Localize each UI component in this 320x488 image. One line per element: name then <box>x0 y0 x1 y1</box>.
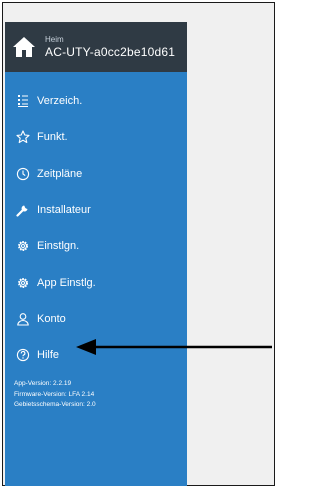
gear-icon <box>16 239 30 253</box>
gear-icon <box>16 276 30 290</box>
menu-item-einstellungen[interactable]: Einstlgn. <box>5 228 187 264</box>
menu-label: Hilfe <box>37 349 60 362</box>
menu-label: Zeitpläne <box>37 167 83 180</box>
menu-label: Konto <box>37 312 66 325</box>
menu-label: Verzeich. <box>37 95 83 108</box>
firmware-version: Firmware-Version: LFA 2.14 <box>14 390 95 398</box>
pointer-arrow <box>76 339 272 355</box>
home-icon <box>13 37 35 57</box>
menu-item-app-einstellungen[interactable]: App Einstlg. <box>5 264 187 300</box>
user-icon <box>16 312 30 326</box>
device-name: AC-UTY-a0cc2be10d61 <box>45 45 176 59</box>
location-label: Heim <box>45 35 64 44</box>
version-info: App-Version: 2.2.19 Firmware-Version: LF… <box>5 373 187 411</box>
drawer-menu: Verzeich. Funkt. Zeitpläne Installateur … <box>5 72 187 373</box>
clock-icon <box>16 167 30 181</box>
menu-label: Funkt. <box>37 131 68 144</box>
app-version: App-Version: 2.2.19 <box>14 380 72 388</box>
menu-item-zeitplaene[interactable]: Zeitpläne <box>5 156 187 192</box>
list-icon <box>16 94 30 108</box>
menu-label: Einstlgn. <box>37 240 80 253</box>
navigation-drawer: Heim AC-UTY-a0cc2be10d61 Verzeich. Funkt… <box>5 22 187 486</box>
menu-item-verzeich[interactable]: Verzeich. <box>5 83 187 119</box>
wrench-icon <box>16 203 30 217</box>
menu-label: Installateur <box>37 204 91 217</box>
menu-item-installateur[interactable]: Installateur <box>5 192 187 228</box>
drawer-header[interactable]: Heim AC-UTY-a0cc2be10d61 <box>5 22 187 72</box>
header-text: Heim AC-UTY-a0cc2be10d61 <box>45 35 175 59</box>
help-icon <box>16 348 30 362</box>
star-icon <box>16 130 30 144</box>
menu-item-funkt[interactable]: Funkt. <box>5 119 187 155</box>
menu-label: App Einstlg. <box>37 276 96 289</box>
schema-version: Gebietsschema-Version: 2.0 <box>14 401 96 409</box>
menu-item-konto[interactable]: Konto <box>5 301 187 337</box>
